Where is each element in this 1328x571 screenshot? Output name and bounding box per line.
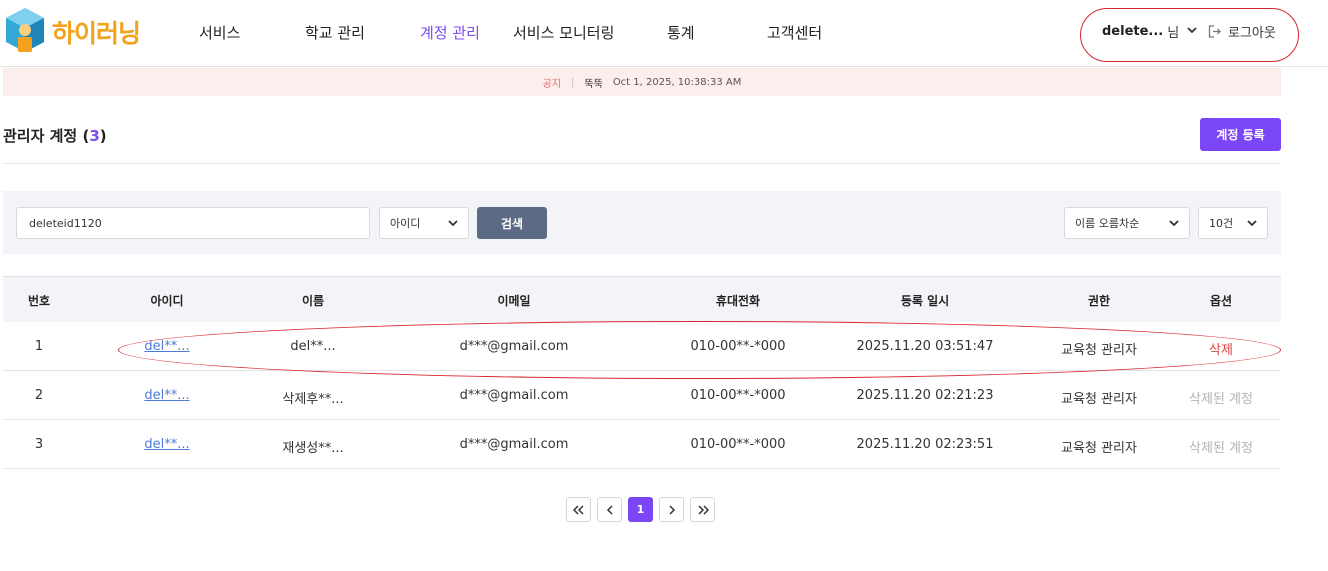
page-count-close: )	[99, 127, 107, 145]
user-name: delete...	[1102, 24, 1164, 39]
table-row: 2 del**... 삭제후**... d***@gmail.com 010-0…	[3, 371, 1281, 420]
nav-item-monitoring[interactable]: 서비스 모니터링	[513, 22, 614, 43]
notice-timestamp: Oct 1, 2025, 10:38:33 AM	[612, 76, 742, 88]
search-panel: 아이디 검색 이름 오름차순 10건	[3, 191, 1281, 254]
cell-option-deleted: 삭제된 계정	[1189, 392, 1253, 407]
search-field-select[interactable]: 아이디	[379, 207, 469, 239]
cell-registered: 2025.11.20 03:51:47	[856, 339, 994, 354]
search-input[interactable]	[16, 207, 370, 239]
logout-button[interactable]: 로그아웃	[1207, 22, 1276, 41]
logo[interactable]: 하이러닝	[4, 6, 141, 58]
column-header-name: 이름	[301, 294, 325, 308]
cell-no: 2	[34, 388, 44, 403]
notice-divider: |	[571, 76, 575, 88]
double-chevron-right-icon	[697, 504, 709, 515]
double-chevron-left-icon	[572, 504, 584, 515]
cell-email: d***@gmail.com	[459, 437, 569, 452]
cell-role: 교육청 관리자	[1061, 392, 1137, 407]
nav-item-support[interactable]: 고객센터	[767, 22, 822, 43]
nav-item-statistics[interactable]: 통계	[667, 22, 695, 43]
divider	[3, 163, 1281, 164]
nav-item-service[interactable]: 서비스	[199, 22, 240, 43]
chevron-down-icon	[1247, 217, 1257, 232]
cell-role: 교육청 관리자	[1061, 343, 1137, 358]
logout-label: 로그아웃	[1228, 26, 1276, 41]
chevron-down-icon	[1187, 26, 1197, 37]
sort-value: 이름 오름차순	[1075, 217, 1140, 230]
logo-text: 하이러닝	[52, 19, 141, 48]
page-title: 관리자 계정 (3)	[3, 125, 107, 146]
page-size-select[interactable]: 10건	[1198, 207, 1268, 239]
nav-item-school[interactable]: 학교 관리	[305, 22, 365, 43]
logo-mark-icon	[4, 6, 46, 58]
cell-no: 1	[34, 339, 44, 354]
cell-name: 재생성**...	[282, 441, 344, 456]
user-suffix: 님	[1167, 26, 1180, 41]
search-field-value: 아이디	[390, 217, 421, 230]
chevron-down-icon	[448, 217, 458, 232]
last-page-button[interactable]	[690, 497, 715, 522]
column-header-no: 번호	[27, 294, 51, 308]
chevron-left-icon	[606, 504, 613, 515]
cell-role: 교육청 관리자	[1061, 441, 1137, 456]
prev-page-button[interactable]	[597, 497, 622, 522]
register-account-button[interactable]: 계정 등록	[1200, 118, 1281, 151]
table-header: 번호 아이디 이름 이메일 휴대전화 등록 일시 권한 옵션	[3, 276, 1281, 322]
cell-id-link[interactable]: del**...	[144, 388, 189, 403]
column-header-role: 권한	[1087, 294, 1111, 308]
chevron-right-icon	[668, 504, 675, 515]
top-header: 하이러닝 서비스 학교 관리 계정 관리 서비스 모니터링 통계 고객센터 de…	[0, 0, 1328, 67]
cell-phone: 010-00**-*000	[690, 339, 786, 354]
table-row: 1 del**... del**... d***@gmail.com 010-0…	[3, 322, 1281, 371]
cell-name: 삭제후**...	[282, 392, 344, 407]
column-header-option: 옵션	[1209, 294, 1233, 308]
delete-button[interactable]: 삭제	[1209, 339, 1233, 358]
cell-registered: 2025.11.20 02:21:23	[856, 388, 994, 403]
page-count: 3	[89, 127, 100, 145]
cell-registered: 2025.11.20 02:23:51	[856, 437, 994, 452]
cell-email: d***@gmail.com	[459, 339, 569, 354]
page-title-text: 관리자 계정	[3, 127, 78, 145]
cell-name: del**...	[290, 339, 336, 354]
sort-select[interactable]: 이름 오름차순	[1064, 207, 1190, 239]
next-page-button[interactable]	[659, 497, 684, 522]
first-page-button[interactable]	[566, 497, 591, 522]
column-header-phone: 휴대전화	[715, 294, 761, 308]
cell-option-deleted: 삭제된 계정	[1189, 441, 1253, 456]
notice-tag: 공지	[542, 78, 562, 90]
cell-phone: 010-00**-*000	[690, 437, 786, 452]
column-header-registered: 등록 일시	[900, 294, 950, 308]
column-header-id: 아이디	[150, 294, 184, 308]
page-size-value: 10건	[1209, 217, 1234, 230]
pagination: 1	[566, 497, 721, 522]
page-button-current[interactable]: 1	[628, 497, 653, 522]
search-button[interactable]: 검색	[477, 207, 547, 239]
cell-id-link[interactable]: del**...	[144, 339, 189, 354]
nav-item-account[interactable]: 계정 관리	[420, 22, 480, 43]
table-row: 3 del**... 재생성**... d***@gmail.com 010-0…	[3, 420, 1281, 469]
column-header-email: 이메일	[497, 294, 531, 308]
cell-no: 3	[34, 437, 44, 452]
user-menu[interactable]: delete... 님	[1102, 22, 1197, 41]
cell-phone: 010-00**-*000	[690, 388, 786, 403]
logout-icon	[1208, 25, 1221, 38]
accounts-table: 번호 아이디 이름 이메일 휴대전화 등록 일시 권한 옵션 1 del**..…	[3, 276, 1281, 469]
cell-email: d***@gmail.com	[459, 388, 569, 403]
chevron-down-icon	[1169, 217, 1179, 232]
cell-id-link[interactable]: del**...	[144, 437, 189, 452]
notice-title: 뚝뚝	[584, 78, 603, 90]
notice-bar[interactable]: 공지 | 뚝뚝 Oct 1, 2025, 10:38:33 AM	[3, 68, 1281, 96]
